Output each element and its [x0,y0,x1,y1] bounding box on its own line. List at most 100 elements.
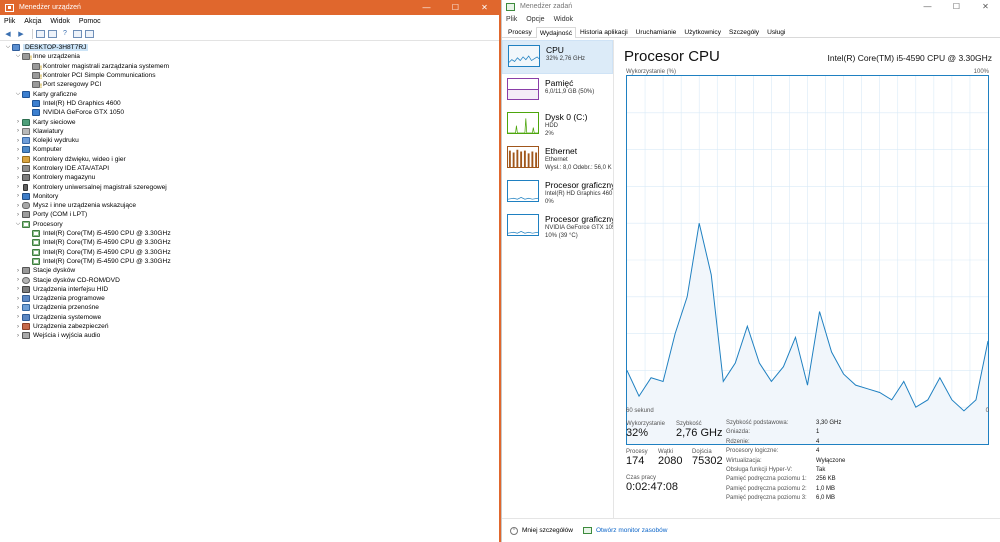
tree-node[interactable]: › Wejścia i wyjścia audio [4,331,495,340]
update-driver-icon[interactable] [48,29,57,38]
tab-item[interactable]: Procesy [504,26,536,37]
chevron-right-icon[interactable]: › [14,314,22,320]
tree-node[interactable]: › Kontrolery dźwięku, wideo i gier [4,155,495,164]
chevron-right-icon[interactable]: › [14,277,22,283]
chevron-right-icon[interactable]: › [14,147,22,153]
tab-item[interactable]: Uruchamianie [632,26,681,37]
tree-node[interactable]: Intel(R) HD Graphics 4600 [4,99,495,108]
tree-node[interactable]: › Mysz i inne urządzenia wskazujące [4,201,495,210]
chevron-right-icon[interactable]: › [14,193,22,199]
back-arrow-icon[interactable]: ◀ [3,29,13,39]
tree-node[interactable]: › Kontrolery IDE ATA/ATAPI [4,164,495,173]
tab-item[interactable]: Usługi [763,26,789,37]
menu-item[interactable]: Plik [4,18,15,25]
chevron-up-icon[interactable]: ⌃ [510,526,518,535]
chevron-right-icon[interactable]: › [14,119,22,125]
tree-node[interactable]: ⌵ DESKTOP-3H8T7RJ [4,43,495,52]
chevron-right-icon[interactable]: › [14,166,22,172]
property-key: Rdzenie: [726,438,750,445]
chevron-right-icon[interactable]: › [14,268,22,274]
close-icon[interactable]: ✕ [470,0,499,15]
menu-item[interactable]: Widok [554,16,573,23]
perf-item-mem[interactable]: Pamięć 6,0/11,9 GB (50%) [502,74,613,108]
chevron-right-icon[interactable]: › [14,138,22,144]
tree-node[interactable]: › Urządzenia systemowe [4,313,495,322]
tree-node[interactable]: › Stacje dysków CD-ROM/DVD [4,275,495,284]
tree-node[interactable]: › Urządzenia zabezpieczeń [4,322,495,331]
stat-threads: Wątki 2080 [658,449,682,467]
tree-node[interactable]: ⌵ Procesory [4,220,495,229]
perf-item-detail: 6,0/11,9 GB (50%) [545,89,595,95]
forward-arrow-icon[interactable]: ▶ [16,29,26,39]
tree-node[interactable]: › Urządzenia interfejsu HID [4,285,495,294]
chevron-right-icon[interactable]: › [14,184,22,190]
open-resource-monitor-link[interactable]: Otwórz monitor zasobów [596,527,668,534]
tree-node[interactable]: › Kontrolery uniwersalnej magistrali szer… [4,182,495,191]
fewer-details-link[interactable]: Mniej szczegółów [522,527,573,534]
chevron-right-icon[interactable]: › [14,286,22,292]
tree-node[interactable]: › Monitory [4,192,495,201]
close-icon[interactable]: ✕ [971,0,1000,13]
menu-item[interactable]: Opcje [526,16,544,23]
chevron-right-icon[interactable]: › [14,324,22,330]
tree-node[interactable]: › Urządzenia przenośne [4,303,495,312]
tree-node[interactable]: › Kolejki wydruku [4,136,495,145]
tab-item[interactable]: Użytkownicy [680,26,725,37]
chevron-right-icon[interactable]: › [14,296,22,302]
menu-item[interactable]: Widok [50,18,69,25]
chevron-right-icon[interactable]: › [14,175,22,181]
chevron-right-icon[interactable]: › [14,212,22,218]
perf-item-eth[interactable]: Ethernet Ethernet Wysł.: 8,0 Odebr.: 56,0 … [502,142,613,176]
tree-node[interactable]: › Porty (COM i LPT) [4,210,495,219]
tree-node[interactable]: › Klawiatury [4,127,495,136]
property-key: Gniazda: [726,429,751,436]
properties-icon[interactable] [36,29,45,38]
perf-item-gpu[interactable]: Procesor graficzny NVIDIA GeForce GTX 105… [502,210,613,244]
tree-node[interactable]: Intel(R) Core(TM) i5-4590 CPU @ 3.30GHz [4,248,495,257]
tree-node[interactable]: › Komputer [4,145,495,154]
tm-titlebar[interactable]: Menedżer zadań — ☐ ✕ [502,0,1000,13]
chevron-down-icon[interactable]: ⌵ [4,44,12,51]
help-icon[interactable]: ? [60,29,70,39]
tree-node[interactable]: Kontroler magistrali zarządzania systeme… [4,62,495,72]
tree-node[interactable]: ⌵ Karty graficzne [4,89,495,98]
perf-item-disk[interactable]: Dysk 0 (C:) HDD 2% [502,108,613,142]
tree-node[interactable]: NVIDIA GeForce GTX 1050 [4,108,495,117]
chevron-right-icon[interactable]: › [14,128,22,134]
menu-item[interactable]: Akcja [24,18,41,25]
show-hidden-icon[interactable] [73,29,82,38]
chevron-right-icon[interactable]: › [14,305,22,311]
tab-item[interactable]: Wydajność [535,27,577,38]
tree-node-label: Stacje dysków CD-ROM/DVD [33,276,120,284]
perf-item-cpu[interactable]: CPU 32% 2,76 GHz [502,40,613,74]
property-key: Wirtualizacja: [726,457,762,464]
tree-node[interactable]: › Stacje dysków [4,266,495,275]
tree-node[interactable]: › Karty sieciowe [4,117,495,126]
tree-node[interactable]: ⌵ Inne urządzenia [4,52,495,62]
maximize-icon[interactable]: ☐ [441,0,470,15]
perf-item-gpu[interactable]: Procesor graficzny Intel(R) HD Graphics 4… [502,176,613,210]
chevron-right-icon[interactable]: › [14,156,22,162]
tree-node[interactable]: Intel(R) Core(TM) i5-4590 CPU @ 3.30GHz [4,257,495,266]
menu-item[interactable]: Pomoc [79,18,101,25]
perf-item-title: Procesor graficzny [545,214,613,224]
maximize-icon[interactable]: ☐ [942,0,971,13]
tree-node[interactable]: › Kontrolery magazynu [4,173,495,182]
chevron-right-icon[interactable]: › [14,203,22,209]
tab-item[interactable]: Szczegóły [725,26,763,37]
chevron-right-icon[interactable]: › [14,333,22,339]
chevron-down-icon[interactable]: ⌵ [14,221,22,228]
dm-titlebar[interactable]: Menedżer urządzeń — ☐ ✕ [0,0,499,15]
tree-node[interactable]: Kontroler PCI Simple Communications [4,71,495,81]
menu-item[interactable]: Plik [506,16,517,23]
minimize-icon[interactable]: — [913,0,942,13]
tree-node[interactable]: Port szeregowy PCI [4,80,495,90]
tree-node[interactable]: Intel(R) Core(TM) i5-4590 CPU @ 3.30GHz [4,238,495,247]
tree-node[interactable]: Intel(R) Core(TM) i5-4590 CPU @ 3.30GHz [4,229,495,238]
minimize-icon[interactable]: — [412,0,441,15]
tab-item[interactable]: Historia aplikacji [576,26,632,37]
scan-hardware-icon[interactable] [85,29,94,38]
chevron-down-icon[interactable]: ⌵ [14,91,22,98]
tree-node[interactable]: › Urządzenia programowe [4,294,495,303]
chevron-down-icon[interactable]: ⌵ [14,53,22,60]
